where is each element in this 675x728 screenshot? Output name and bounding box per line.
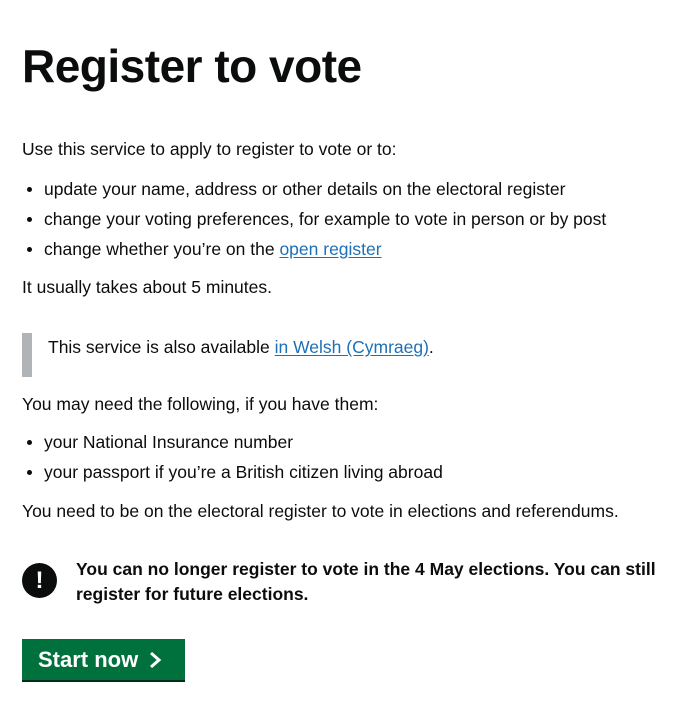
warning-text: ! You can no longer register to vote in …	[22, 557, 662, 613]
intro-lead: Use this service to apply to register to…	[22, 139, 397, 159]
list-item: change your voting preferences, for exam…	[22, 207, 606, 237]
intro-list: update your name, address or other detai…	[22, 177, 606, 267]
start-now-button[interactable]: Start now	[22, 639, 185, 680]
inset-suffix: .	[428, 337, 434, 357]
list-item: update your name, address or other detai…	[22, 177, 606, 207]
warning-message: You can no longer register to vote in th…	[76, 559, 656, 604]
welsh-link[interactable]: in Welsh (Cymraeg)	[275, 337, 429, 357]
list-item: your passport if you’re a British citize…	[22, 460, 443, 490]
list-item: change whether you’re on the open regist…	[22, 237, 606, 267]
list-item: your National Insurance number	[22, 430, 443, 460]
chevron-right-icon	[150, 651, 162, 668]
need-lead: You may need the following, if you have …	[22, 394, 379, 414]
open-register-link[interactable]: open register	[279, 239, 381, 259]
inset-prefix: This service is also available	[48, 337, 275, 357]
list-item-text: change whether you’re on the	[44, 239, 280, 259]
welsh-inset: This service is also available in Welsh …	[22, 333, 632, 377]
need-list: your National Insurance number your pass…	[22, 430, 443, 490]
exclamation-icon: !	[22, 563, 57, 598]
duration-text: It usually takes about 5 minutes.	[22, 277, 272, 297]
register-note: You need to be on the electoral register…	[22, 501, 619, 521]
start-now-label: Start now	[38, 646, 139, 672]
inset-text: This service is also available in Welsh …	[48, 335, 434, 359]
page-title: Register to vote	[22, 40, 362, 92]
